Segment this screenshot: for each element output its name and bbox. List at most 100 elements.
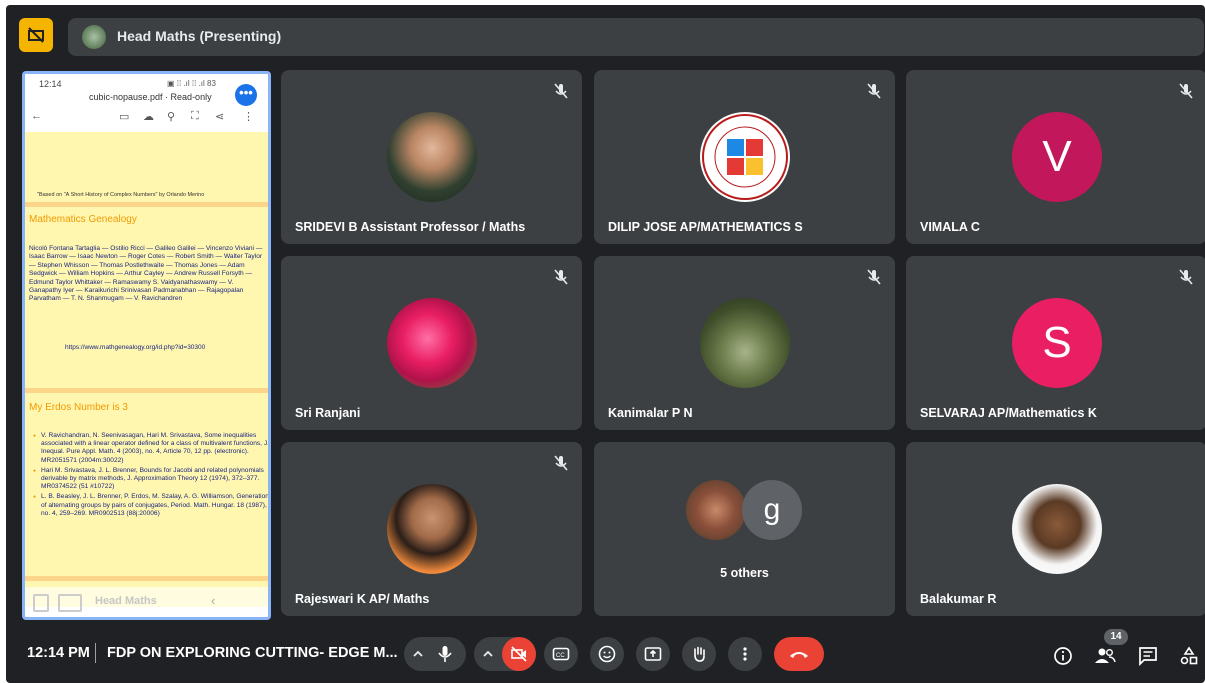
more-options-button[interactable] [728, 637, 762, 671]
people-icon [1095, 648, 1116, 663]
shared-screen[interactable]: 12:14 ▣ ⁞⁞ .ıl ⁞⁞ .ıl 83 cubic-nopause.p… [22, 71, 271, 620]
participant-name: Balakumar R [920, 592, 997, 606]
pin-icon[interactable] [33, 594, 49, 612]
meet-window: Head Maths (Presenting) 12:14 ▣ ⁞⁞ .ıl ⁞… [6, 5, 1205, 683]
mic-off-icon [554, 455, 568, 471]
edit-icon: ▭ [119, 111, 130, 123]
slide-credit: "Based on "A Short History of Complex Nu… [37, 192, 205, 198]
mic-off-icon [867, 269, 881, 285]
institute-logo [700, 112, 790, 202]
svg-text:CC: CC [556, 653, 565, 659]
end-call-icon [790, 652, 808, 658]
participant-name: SELVARAJ AP/Mathematics K [920, 406, 1097, 420]
participant-tile[interactable]: Balakumar R [906, 442, 1205, 616]
participant-photo [700, 298, 790, 388]
meeting-clock: 12:14 PM [27, 645, 90, 661]
pdf-document: "Based on "A Short History of Complex Nu… [25, 132, 268, 607]
camera-off-button[interactable] [502, 637, 536, 671]
mic-off-icon [554, 83, 568, 99]
participant-name: VIMALA C [920, 220, 980, 234]
chevron-left-icon[interactable]: ‹ [211, 593, 215, 608]
frame-icon[interactable] [58, 594, 82, 612]
presentation-pin-button[interactable] [19, 18, 53, 52]
participant-name: Kanimalar P N [608, 406, 693, 420]
presenter-banner: Head Maths (Presenting) [68, 18, 1204, 56]
genealogy-text: Nicolò Fontana Tartaglia — Ostilio Ricci… [29, 245, 263, 303]
phone-time: 12:14 [39, 79, 62, 89]
participant-photo [387, 298, 477, 388]
avatar: V [1012, 112, 1102, 202]
captions-button[interactable]: CC [544, 637, 578, 671]
participant-tile[interactable]: SRIDEVI B Assistant Professor / Maths [281, 70, 582, 244]
more-options-icon: ••• [235, 84, 257, 106]
meeting-title: FDP ON EXPLORING CUTTING- EDGE M... [107, 645, 398, 661]
list-item: Hari M. Srivastava, J. L. Brenner, Bound… [33, 467, 268, 492]
activities-button[interactable] [1178, 645, 1200, 667]
chevron-up-icon[interactable] [412, 648, 424, 660]
raise-hand-icon [694, 646, 705, 662]
participant-photo [1012, 484, 1102, 574]
avatar: g [742, 480, 802, 540]
raise-hand-button[interactable] [682, 637, 716, 671]
presenter-avatar [82, 25, 106, 49]
avatar: S [1012, 298, 1102, 388]
activities-icon [1180, 646, 1198, 665]
erdos-list: V. Ravichandran, N. Seenivasagan, Hari M… [29, 432, 268, 520]
share-owner-label: Head Maths [95, 595, 157, 607]
slide-divider [25, 388, 268, 393]
participant-group-tile[interactable]: g 5 others [594, 442, 895, 616]
meeting-details-button[interactable] [1052, 645, 1074, 667]
genealogy-link: https://www.mathgenealogy.org/id.php?id=… [65, 344, 206, 351]
share-icon: ⋖ [215, 111, 225, 123]
participant-name: Sri Ranjani [295, 406, 361, 420]
participant-name: DILIP JOSE AP/MATHEMATICS S [608, 220, 803, 234]
participant-name: Rajeswari K AP/ Maths [295, 592, 430, 606]
list-item: V. Ravichandran, N. Seenivasagan, Hari M… [33, 432, 268, 465]
slide-divider [25, 202, 268, 207]
chat-button[interactable] [1137, 645, 1159, 667]
emoji-icon [598, 645, 616, 663]
chevron-up-icon[interactable] [482, 648, 494, 660]
info-icon [1054, 647, 1072, 665]
participant-photo [387, 484, 477, 574]
phone-toolbar: 12:14 ▣ ⁞⁞ .ıl ⁞⁞ .ıl 83 cubic-nopause.p… [25, 74, 268, 132]
participant-tile[interactable]: Rajeswari K AP/ Maths [281, 442, 582, 616]
logo-emblem-icon [702, 114, 788, 200]
mic-off-icon [867, 83, 881, 99]
participant-tile[interactable]: Kanimalar P N [594, 256, 895, 430]
erdos-heading: My Erdos Number is 3 [29, 402, 128, 413]
participant-tile[interactable]: V VIMALA C [906, 70, 1205, 244]
participant-tile[interactable]: S SELVARAJ AP/Mathematics K [906, 256, 1205, 430]
group-photo [686, 480, 746, 540]
slide-divider [25, 576, 268, 581]
mic-icon[interactable] [436, 645, 454, 663]
mic-off-icon [554, 269, 568, 285]
people-button[interactable] [1094, 645, 1116, 667]
participant-name: SRIDEVI B Assistant Professor / Maths [295, 220, 526, 234]
fullscreen-icon: ⛶ [191, 110, 199, 122]
pdf-file-name: cubic-nopause.pdf · Read-only [89, 92, 212, 102]
participants-count-badge: 14 [1104, 629, 1128, 645]
participant-tile[interactable]: Sri Ranjani [281, 256, 582, 430]
reactions-button[interactable] [590, 637, 624, 671]
presenter-title: Head Maths (Presenting) [117, 28, 282, 44]
chat-icon [1139, 647, 1157, 666]
mic-control[interactable] [404, 637, 466, 671]
phone-status-icons: ▣ ⁞⁞ .ıl ⁞⁞ .ıl 83 [167, 79, 216, 88]
camera-control[interactable] [474, 637, 536, 671]
overflow-menu-icon: ⋮ [243, 111, 254, 123]
control-bar: 12:14 PM FDP ON EXPLORING CUTTING- EDGE … [6, 625, 1205, 683]
participant-tile[interactable]: DILIP JOSE AP/MATHEMATICS S [594, 70, 895, 244]
genealogy-heading: Mathematics Genealogy [29, 214, 137, 225]
camera-off-icon [511, 646, 527, 662]
present-button[interactable] [636, 637, 670, 671]
others-count: 5 others [720, 566, 769, 580]
leave-call-button[interactable] [774, 637, 824, 671]
mic-off-icon [1179, 83, 1193, 99]
mic-off-icon [1179, 269, 1193, 285]
divider [95, 643, 96, 663]
search-icon: ⚲ [167, 111, 176, 123]
share-footer: Head Maths ‹ [25, 587, 268, 617]
participant-photo [387, 112, 477, 202]
unpin-presentation-icon [28, 27, 44, 43]
